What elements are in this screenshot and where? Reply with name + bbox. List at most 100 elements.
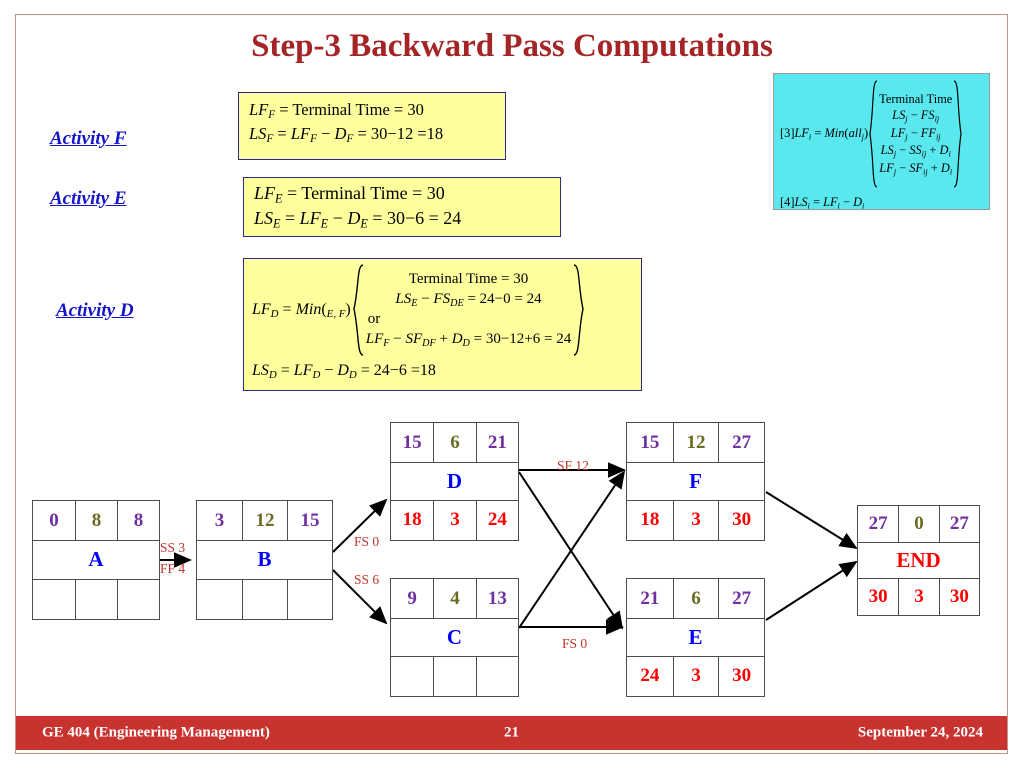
node-c[interactable]: 9 4 13 C [390,578,519,697]
node-e-duration: 6 [672,579,719,618]
formula-box-activity-f: LFF = Terminal Time = 30 LSF = LFF − DF … [238,92,506,160]
footer-date: September 24, 2024 [857,724,983,741]
node-a-name-row: A [33,540,159,580]
node-f-ef: 27 [718,423,764,462]
node-c-bottom-row [391,656,518,696]
node-a-es: 0 [49,509,59,531]
node-e-bottom-row: 24 3 30 [627,656,764,696]
node-e[interactable]: 21 6 27 E 24 3 30 [626,578,765,697]
node-b-tf [242,579,287,619]
node-d-lf: 24 [475,500,518,540]
page-title: Step-3 Backward Pass Computations [251,28,773,64]
node-b-top-row: 3 12 15 [197,501,332,541]
node-f-duration: 12 [672,423,719,462]
node-c-label: C [446,624,463,649]
node-end-tf: 3 [898,578,938,615]
node-e-tf: 3 [672,656,719,696]
node-c-ls [391,657,433,696]
formula-d-lhs: LFD = Min(E, F) [252,300,351,320]
formula-box-activity-d: LFD = Min(E, F) Terminal Time = 30 LSE −… [243,258,642,391]
node-e-ef: 27 [718,579,764,618]
node-end-name-row: END [858,542,979,579]
node-end-top-row: 27 0 27 [858,506,979,543]
activity-label-f: Activity F [50,128,127,149]
formula-d-option2: LSE − FSDE = 24−0 = 24 [395,290,542,309]
brace-right-rule [952,80,963,188]
formula-f-line2: LSF = LFF − DF = 30−12 =18 [249,123,444,146]
node-a-tf [75,579,117,619]
node-end[interactable]: 27 0 27 END 30 3 30 [857,505,980,616]
node-d-top-row: 15 6 21 [391,423,518,462]
rule-ls-line: [4]LSi = LFi − Di [780,195,865,211]
node-end-ls: 30 [868,585,888,607]
node-d-bottom-row: 18 3 24 [391,500,518,540]
edge-label-bc-ss: SS 6 [354,572,380,587]
node-end-label: END [896,547,941,572]
slide: Step-3 Backward Pass Computations Activi… [0,0,1024,768]
rule-option-1: LSj − FSij [892,108,940,124]
node-b-lf [287,579,332,619]
node-b-es: 3 [214,509,225,531]
node-d[interactable]: 15 6 21 D 18 3 24 [390,422,519,541]
brace-left-d [351,264,365,356]
node-f-ls: 18 [640,509,660,531]
node-c-es: 9 [407,587,417,609]
formula-e-line1: LFE = Terminal Time = 30 [254,183,445,206]
node-d-tf: 3 [433,500,475,540]
formula-f-line1: LFF = Terminal Time = 30 [249,100,424,122]
node-e-ls: 24 [640,665,660,687]
node-end-lf: 30 [938,578,979,615]
node-e-lf: 30 [718,656,764,696]
formula-d-or: or [367,311,381,327]
node-f-tf: 3 [672,500,719,540]
node-c-top-row: 9 4 13 [391,579,518,618]
node-f-top-row: 15 12 27 [627,423,764,462]
rule-option-2: LFj − FFij [890,125,941,142]
node-d-ls: 18 [402,509,422,531]
formula-d-option3: LFF − SFDF + DD = 30−12+6 = 24 [365,330,572,349]
node-e-es: 21 [640,587,660,609]
footer-bar: GE 404 (Engineering Management) 21 Septe… [16,716,1007,750]
node-b-ls [197,580,242,619]
node-c-name-row: C [391,618,518,657]
node-e-top-row: 21 6 27 [627,579,764,618]
activity-label-d: Activity D [56,300,134,321]
node-b-name-row: B [197,540,332,580]
rule-lf-lhs: [3]LFi = Min(allj) [780,126,869,142]
node-b-ef: 15 [287,501,332,541]
node-c-tf [433,656,475,696]
node-c-duration: 4 [433,579,475,618]
node-f-name-row: F [627,462,764,501]
node-a-label: A [88,547,104,572]
node-f-label: F [689,468,702,493]
node-d-ef: 21 [475,423,518,462]
node-d-duration: 6 [433,423,475,462]
node-b-label: B [257,547,272,572]
edge-label-ab-ff: FF 4 [160,561,186,576]
brace-right-d [572,264,586,356]
node-end-duration: 0 [898,506,938,543]
node-d-es: 15 [402,431,422,453]
node-b[interactable]: 3 12 15 B [196,500,333,620]
node-f-bottom-row: 18 3 30 [627,500,764,540]
node-d-label: D [446,468,463,493]
node-a-ls [33,580,75,619]
node-d-name-row: D [391,462,518,501]
formula-d-option1: Terminal Time = 30 [408,270,529,287]
node-f-lf: 30 [718,500,764,540]
node-a[interactable]: 0 8 8 A [32,500,160,620]
node-f[interactable]: 15 12 27 F 18 3 30 [626,422,765,541]
edge-label-bd-fs: FS 0 [354,534,380,549]
node-a-top-row: 0 8 8 [33,501,159,541]
node-a-ef: 8 [117,501,159,541]
brace-left-rule [868,80,879,188]
node-c-ef: 13 [475,579,518,618]
rule-option-4: LFj − SFij + Di [879,160,953,177]
edge-label-df-sf: SF 12 [557,458,589,473]
node-e-label: E [688,624,703,649]
edge-label-ce-fs: FS 0 [562,636,588,651]
node-e-name-row: E [627,618,764,657]
node-end-es: 27 [868,513,888,535]
node-b-bottom-row [197,579,332,619]
node-a-lf [117,579,159,619]
